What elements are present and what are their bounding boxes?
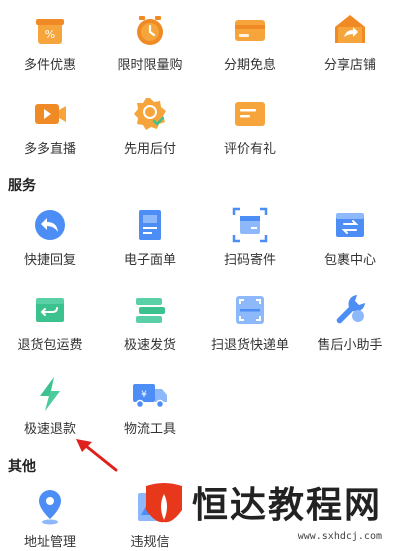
- tool-address-management[interactable]: 地址管理: [0, 487, 100, 551]
- section-title-other: 其他: [8, 459, 36, 475]
- tool-label: 多件优惠: [23, 58, 76, 73]
- tool-limited-time-buy[interactable]: 限时限量购: [100, 10, 200, 74]
- services-row-3: 极速退款 ¥ 物流工具: [0, 374, 400, 438]
- tool-after-sales-assistant[interactable]: 售后小助手: [300, 290, 400, 354]
- site-watermark: 恒达教程网: [142, 476, 382, 528]
- tool-label: 违规信: [130, 535, 170, 550]
- alarm-clock-icon: [137, 16, 163, 45]
- tool-label: 限时限量购: [117, 58, 183, 73]
- tool-package-center[interactable]: 包裹中心: [300, 205, 400, 269]
- tool-label: 分期免息: [223, 58, 276, 73]
- tool-multi-item-discount[interactable]: % 多件优惠: [0, 10, 100, 74]
- svg-text:¥: ¥: [141, 390, 147, 400]
- tool-return-shipping[interactable]: 退货包运费: [0, 290, 100, 354]
- tool-label: 先用后付: [123, 142, 176, 157]
- scan-return-icon: [236, 296, 264, 324]
- red-arrow-annotation: [76, 439, 118, 472]
- tool-pay-later[interactable]: 先用后付: [100, 94, 200, 158]
- services-row-2: 退货包运费 极速发货 扫退货快递单 售后小助手: [0, 290, 400, 354]
- location-pin-icon: [39, 490, 61, 525]
- tool-share-store[interactable]: 分享店铺: [300, 10, 400, 74]
- lightning-icon: [40, 377, 60, 411]
- tool-quick-reply[interactable]: 快捷回复: [0, 205, 100, 269]
- electronic-waybill-icon: [139, 210, 161, 240]
- tool-label: 扫码寄件: [223, 253, 276, 268]
- tool-scan-return-waybill[interactable]: 扫退货快递单: [200, 290, 300, 354]
- delivery-truck-icon: ¥: [133, 384, 167, 409]
- package-center-icon: [336, 213, 364, 237]
- tool-label: 扫退货快递单: [210, 338, 289, 353]
- wrench-icon: [336, 295, 365, 324]
- promo-row-1: % 多件优惠 限时限量购 分期免息 分享店铺: [0, 10, 400, 74]
- scan-ship-icon: [232, 207, 268, 243]
- svg-text:%: %: [45, 28, 55, 41]
- watermark-text: 恒达教程网: [191, 485, 382, 526]
- tool-label: 多多直播: [23, 142, 76, 157]
- tool-label: 分享店铺: [323, 58, 376, 73]
- promo-row-2: 多多直播 先用后付 评价有礼: [0, 94, 400, 158]
- tool-label: 极速退款: [23, 422, 76, 437]
- tool-fast-shipping[interactable]: 极速发货: [100, 290, 200, 354]
- discount-tag-icon: %: [36, 19, 64, 44]
- credit-card-icon: [235, 20, 265, 41]
- tool-label: 评价有礼: [223, 142, 276, 157]
- tool-installment-free[interactable]: 分期免息: [200, 10, 300, 74]
- fast-shipping-icon: [136, 298, 165, 323]
- tool-fast-refund[interactable]: 极速退款: [0, 374, 100, 438]
- tool-label: 物流工具: [123, 422, 176, 437]
- share-store-icon: [335, 15, 365, 43]
- tool-label: 包裹中心: [323, 253, 376, 268]
- tool-electronic-waybill[interactable]: 电子面单: [100, 205, 200, 269]
- services-row-1: 快捷回复 电子面单 扫码寄件 包裹中心: [0, 205, 400, 269]
- tool-review-gift[interactable]: 评价有礼: [200, 94, 300, 158]
- tool-label: 极速发货: [123, 338, 176, 353]
- return-shipping-icon: [36, 298, 64, 322]
- tool-live-stream[interactable]: 多多直播: [0, 94, 100, 158]
- section-title-services: 服务: [8, 178, 36, 194]
- tool-label: 退货包运费: [17, 338, 83, 353]
- tool-label: 售后小助手: [317, 338, 383, 353]
- tool-scan-ship[interactable]: 扫码寄件: [200, 205, 300, 269]
- tool-label: 地址管理: [23, 535, 76, 550]
- tool-logistics-tools[interactable]: ¥ 物流工具: [100, 374, 200, 438]
- pay-later-badge-icon: [134, 98, 166, 130]
- live-video-icon: [35, 104, 66, 124]
- watermark-url: www.sxhdcj.com: [297, 531, 382, 542]
- tool-label: 快捷回复: [23, 253, 76, 268]
- watermark-logo-icon: [145, 483, 182, 523]
- quick-reply-icon: [35, 210, 65, 240]
- review-gift-icon: [235, 102, 265, 126]
- tool-label: 电子面单: [123, 253, 176, 268]
